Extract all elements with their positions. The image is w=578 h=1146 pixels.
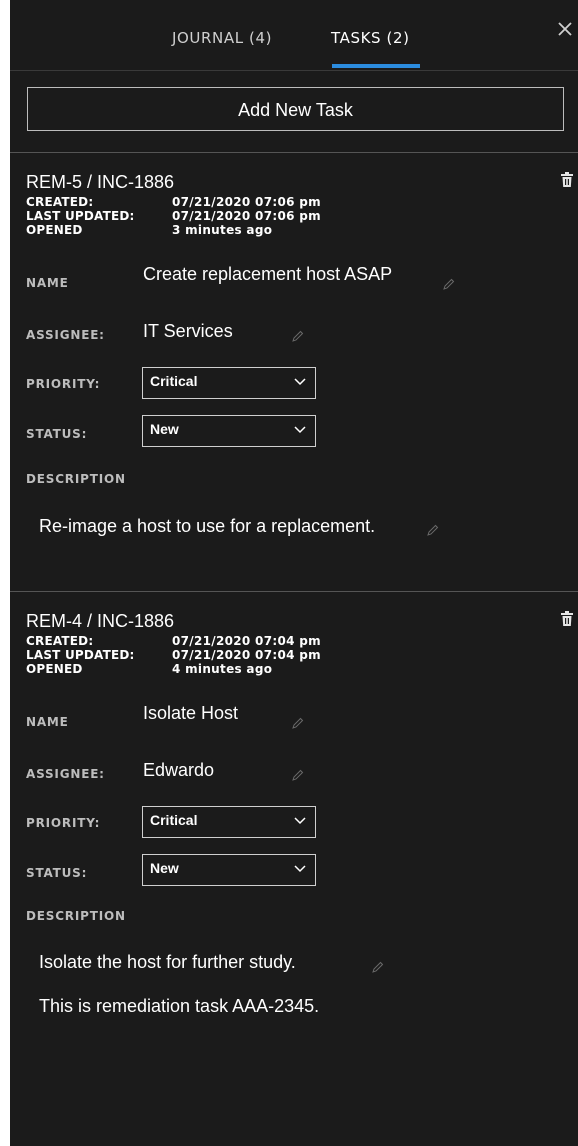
status-value: New bbox=[150, 860, 179, 876]
description-text[interactable]: Re-image a host to use for a replacement… bbox=[39, 516, 375, 537]
status-select[interactable]: New bbox=[142, 415, 316, 447]
description-label: DESCRIPTION bbox=[26, 472, 126, 486]
last-updated-value: 07/21/2020 07:04 pm bbox=[172, 648, 321, 662]
name-label: NAME bbox=[26, 276, 69, 290]
priority-label: PRIORITY: bbox=[26, 377, 101, 391]
assignee-value[interactable]: IT Services bbox=[143, 321, 233, 342]
tab-journal[interactable]: JOURNAL (4) bbox=[172, 29, 272, 47]
created-label: CREATED: bbox=[26, 634, 94, 648]
pencil-icon[interactable] bbox=[292, 330, 304, 342]
pencil-icon[interactable] bbox=[443, 278, 455, 290]
opened-value: 3 minutes ago bbox=[172, 223, 273, 237]
pencil-icon[interactable] bbox=[372, 961, 384, 973]
chevron-down-icon bbox=[294, 378, 306, 386]
assignee-label: ASSIGNEE: bbox=[26, 328, 105, 342]
panel-tabs: JOURNAL (4) TASKS (2) bbox=[10, 0, 578, 71]
name-label: NAME bbox=[26, 715, 69, 729]
last-updated-label: LAST UPDATED: bbox=[26, 209, 135, 223]
description-text[interactable]: Isolate the host for further study. bbox=[39, 952, 296, 973]
status-value: New bbox=[150, 421, 179, 437]
trash-icon[interactable] bbox=[560, 172, 574, 188]
status-label: STATUS: bbox=[26, 427, 88, 441]
chevron-down-icon bbox=[294, 865, 306, 873]
chevron-down-icon bbox=[294, 817, 306, 825]
close-icon[interactable] bbox=[556, 20, 574, 38]
created-value: 07/21/2020 07:04 pm bbox=[172, 634, 321, 648]
status-label: STATUS: bbox=[26, 866, 88, 880]
add-new-task-button[interactable]: Add New Task bbox=[27, 87, 564, 131]
description-label: DESCRIPTION bbox=[26, 909, 126, 923]
created-label: CREATED: bbox=[26, 195, 94, 209]
status-select[interactable]: New bbox=[142, 854, 316, 886]
opened-value: 4 minutes ago bbox=[172, 662, 273, 676]
assignee-label: ASSIGNEE: bbox=[26, 767, 105, 781]
priority-label: PRIORITY: bbox=[26, 816, 101, 830]
trash-icon[interactable] bbox=[560, 611, 574, 627]
priority-select[interactable]: Critical bbox=[142, 367, 316, 399]
priority-value: Critical bbox=[150, 812, 198, 828]
opened-label: OPENED bbox=[26, 223, 83, 237]
assignee-value[interactable]: Edwardo bbox=[143, 760, 214, 781]
tasks-panel: JOURNAL (4) TASKS (2) Add New Task REM-5… bbox=[10, 0, 578, 1146]
priority-value: Critical bbox=[150, 373, 198, 389]
description-text[interactable]: This is remediation task AAA-2345. bbox=[39, 996, 319, 1017]
pencil-icon[interactable] bbox=[292, 769, 304, 781]
priority-select[interactable]: Critical bbox=[142, 806, 316, 838]
active-tab-indicator bbox=[332, 64, 420, 68]
task-title: REM-4 / INC-1886 bbox=[26, 611, 175, 631]
opened-label: OPENED bbox=[26, 662, 83, 676]
pencil-icon[interactable] bbox=[427, 524, 439, 536]
pencil-icon[interactable] bbox=[292, 717, 304, 729]
chevron-down-icon bbox=[294, 426, 306, 434]
last-updated-label: LAST UPDATED: bbox=[26, 648, 135, 662]
divider bbox=[10, 152, 578, 153]
tab-tasks[interactable]: TASKS (2) bbox=[331, 29, 410, 47]
task-title: REM-5 / INC-1886 bbox=[26, 172, 175, 192]
last-updated-value: 07/21/2020 07:06 pm bbox=[172, 209, 321, 223]
divider bbox=[10, 591, 578, 592]
created-value: 07/21/2020 07:06 pm bbox=[172, 195, 321, 209]
task-name-value[interactable]: Create replacement host ASAP bbox=[143, 264, 392, 285]
task-name-value[interactable]: Isolate Host bbox=[143, 703, 238, 724]
